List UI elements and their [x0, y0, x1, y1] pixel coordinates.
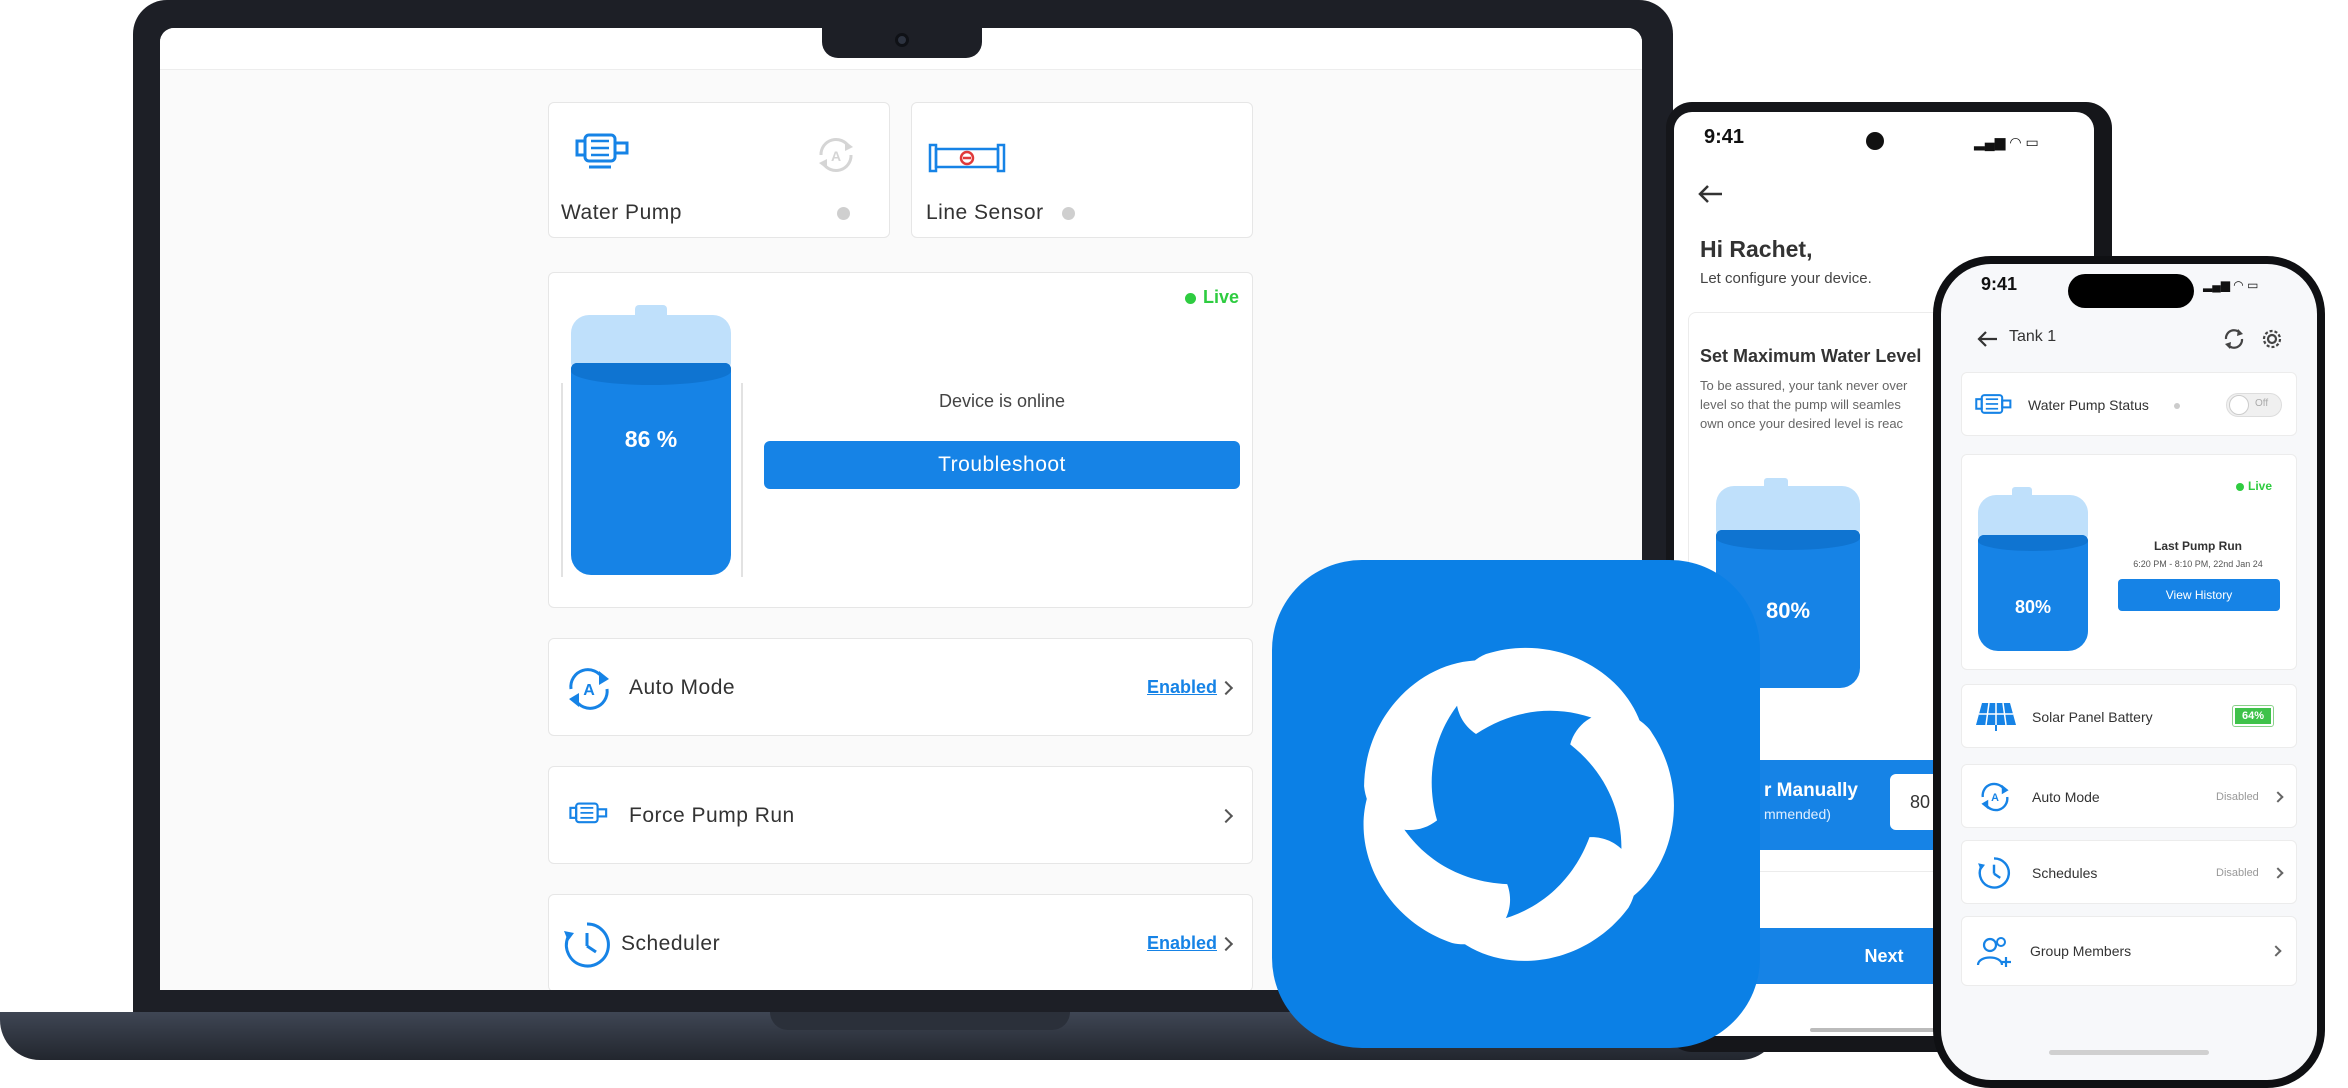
auto-mode-icon: A: [569, 668, 609, 710]
group-members-row[interactable]: Group Members: [1961, 916, 2297, 986]
logo-swirl: [1363, 647, 1674, 961]
solar-panel-icon: [1976, 702, 2016, 731]
last-pump-run-time: 6:20 PM - 8:10 PM, 22nd Jan 24: [2133, 559, 2263, 569]
page-title: Tank 1: [2009, 328, 2057, 345]
pump-toggle[interactable]: Off: [2226, 393, 2282, 417]
auto-mode-label: Auto Mode: [2032, 789, 2100, 805]
schedules-label: Schedules: [2032, 865, 2098, 881]
clock-icon: [1978, 857, 2010, 889]
auto-mode-value: Disabled: [2216, 791, 2259, 803]
battery-value: 64%: [2235, 708, 2271, 724]
tank-top: [1716, 486, 1860, 534]
group-members-icon: [1976, 937, 2011, 967]
tank-level-text: 80%: [2014, 597, 2052, 617]
troubleshoot-button[interactable]: Troubleshoot: [764, 441, 1240, 489]
device-status-text: Device is online: [938, 391, 1066, 411]
greeting-subtitle: Let configure your device.: [1700, 270, 1872, 287]
battery-indicator: 64%: [2232, 705, 2274, 727]
section-desc-line: To be assured, your tank never over: [1700, 378, 1908, 393]
camera-icon: [895, 33, 909, 47]
tank-water: [1978, 535, 2088, 651]
scheduler-label: Scheduler: [621, 932, 721, 955]
water-pump-icon: [575, 133, 629, 169]
tank-detail-screen: 9:41 ▂▄▆ ◠ ▭ Tank 1 Water Pump Status Of…: [1941, 264, 2317, 1080]
signal-icon: ▂▄▆ ◠ ▭: [2203, 278, 2259, 292]
pump-toggle-label: Off: [2255, 398, 2269, 409]
gear-icon[interactable]: [2259, 326, 2285, 352]
tank-status-card: Live 80% Last Pump Run 6:20 PM - 8:10 PM…: [1961, 454, 2297, 670]
auto-mode-icon: A: [1981, 782, 2009, 812]
chevron-right-icon: [1218, 680, 1234, 696]
section-desc-line: level so that the pump will seamles: [1700, 397, 1901, 412]
solar-panel-row[interactable]: Solar Panel Battery 64%: [1961, 684, 2297, 748]
line-sensor-icon: [928, 143, 1006, 173]
pump-status-label: Water Pump Status: [2028, 397, 2149, 413]
tank-top: [571, 315, 731, 367]
water-pump-label: Water Pump: [561, 201, 682, 224]
force-pump-run-label: Force Pump Run: [629, 804, 795, 827]
line-sensor-label: Line Sensor: [926, 201, 1044, 224]
manual-entry-hint: mmended): [1764, 806, 1831, 822]
schedules-value: Disabled: [2216, 867, 2259, 879]
back-arrow-icon[interactable]: [1698, 184, 1724, 204]
svg-text:A: A: [1991, 792, 1999, 804]
auto-mode-row[interactable]: A Auto Mode Disabled: [1961, 764, 2297, 828]
scheduler-value[interactable]: Enabled: [1147, 933, 1217, 954]
tank-status-card: Live 86 % Device is online Troubleshoot: [548, 272, 1253, 608]
water-pump-card[interactable]: A Water Pump: [548, 102, 890, 238]
auto-mode-label: Auto Mode: [629, 676, 736, 699]
laptop-hinge: [770, 1012, 1070, 1030]
signal-icon: ▂▄▆ ◠ ▭: [1974, 134, 2039, 150]
scheduler-row[interactable]: Scheduler Enabled: [548, 894, 1253, 990]
view-history-button[interactable]: View History: [2118, 579, 2280, 611]
svg-text:A: A: [831, 148, 841, 164]
status-time: 9:41: [1704, 126, 1745, 148]
live-dot: [2236, 483, 2244, 491]
live-label: Live: [1203, 287, 1240, 307]
auto-mode-row[interactable]: A Auto Mode Enabled: [548, 638, 1253, 736]
solar-label: Solar Panel Battery: [2032, 709, 2153, 725]
dynamic-island: [2068, 274, 2194, 308]
chevron-right-icon: [2272, 867, 2284, 879]
auto-mode-icon-faded: A: [819, 137, 853, 173]
app-logo-icon: [1272, 560, 1760, 1048]
live-label: Live: [2248, 479, 2273, 493]
greeting: Hi Rachet,: [1700, 236, 1813, 262]
water-pump-status-dot: [837, 207, 850, 220]
water-pump-icon: [569, 802, 608, 824]
status-time: 9:41: [1981, 274, 2018, 294]
svg-text:A: A: [583, 682, 595, 699]
group-members-label: Group Members: [2030, 943, 2132, 959]
chevron-right-icon: [2272, 791, 2284, 803]
refresh-icon[interactable]: [2221, 326, 2247, 352]
chevron-right-icon: [1218, 808, 1234, 824]
section-title: Set Maximum Water Level: [1700, 346, 1922, 366]
manual-entry-label: r Manually: [1764, 780, 1858, 801]
tank-water: [571, 363, 731, 575]
chevron-right-icon: [1218, 936, 1234, 952]
auto-mode-value[interactable]: Enabled: [1147, 677, 1217, 698]
schedules-row[interactable]: Schedules Disabled: [1961, 840, 2297, 904]
chevron-right-icon: [2270, 945, 2282, 957]
front-camera: [1866, 132, 1884, 150]
section-desc-line: own once your desired level is reac: [1700, 416, 1904, 431]
tank-top: [1978, 495, 2088, 539]
last-pump-run-label: Last Pump Run: [2153, 539, 2242, 553]
home-indicator: [2049, 1050, 2209, 1055]
live-dot: [1185, 293, 1196, 304]
force-pump-run-row[interactable]: Force Pump Run: [548, 766, 1253, 864]
water-pump-status-row[interactable]: Water Pump Status Off: [1961, 372, 2297, 436]
clock-icon: [564, 922, 610, 968]
water-pump-icon: [1975, 394, 2012, 414]
line-sensor-card[interactable]: Line Sensor: [911, 102, 1253, 238]
back-arrow-icon[interactable]: [1977, 330, 1999, 348]
line-sensor-status-dot: [1062, 207, 1075, 220]
tank-level-text: 86 %: [624, 426, 678, 452]
